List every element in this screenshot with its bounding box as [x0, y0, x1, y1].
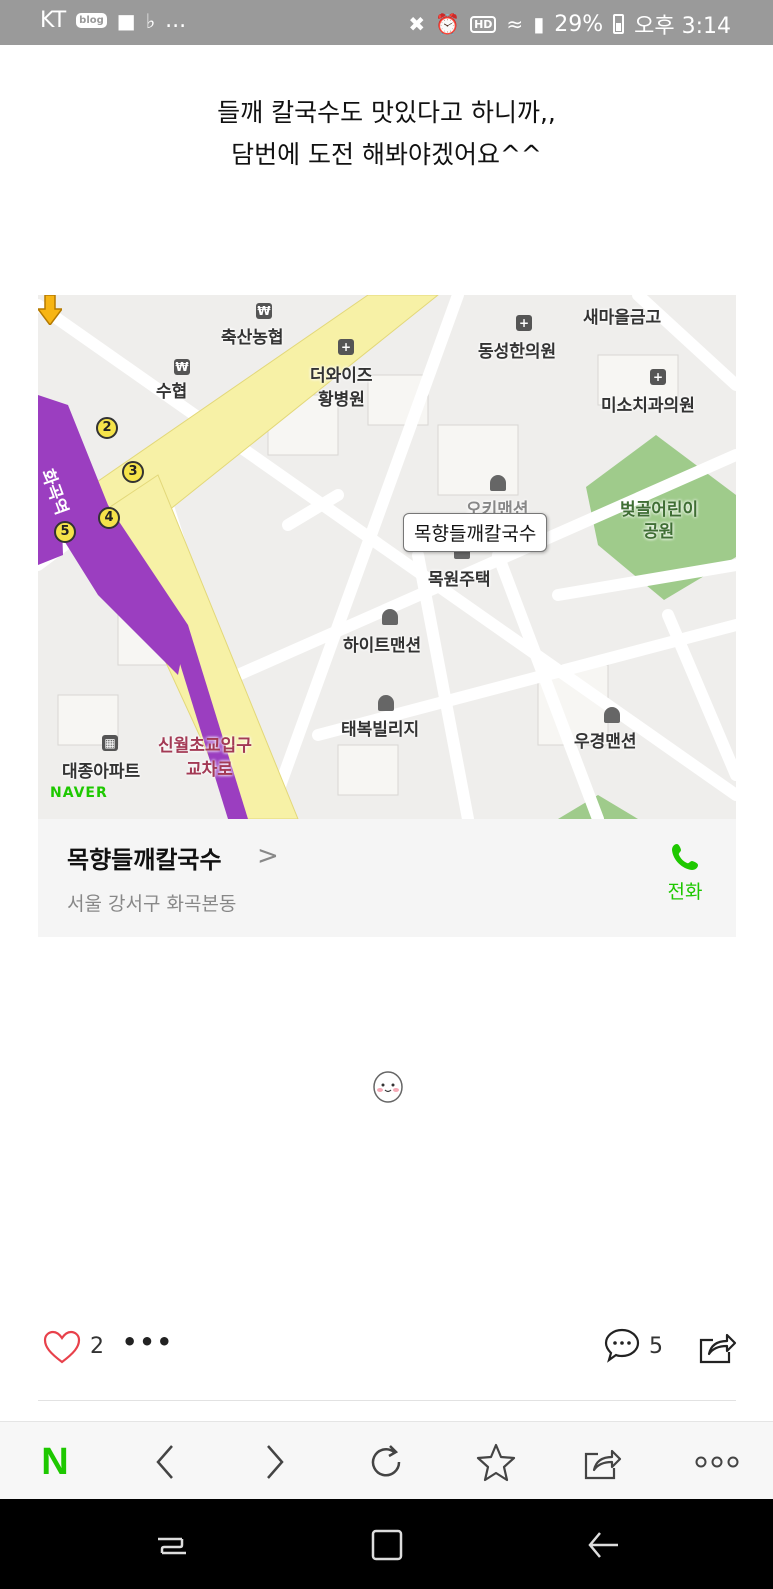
map-label-dongseong: 동성한의원: [478, 342, 557, 362]
bank-icon: ₩: [174, 359, 190, 375]
bell-notification-icon: ♭: [145, 8, 156, 33]
like-count: 2: [90, 1334, 104, 1359]
house-icon: [382, 609, 398, 625]
carrier-label: KT: [40, 8, 67, 33]
mute-icon: ✖: [408, 12, 426, 36]
map-label-intersection-sub: 교차로: [186, 760, 233, 780]
map-label-suhyup: 수협: [156, 382, 188, 402]
comment-icon[interactable]: [603, 1326, 641, 1364]
battery-percent: 29%: [554, 11, 604, 37]
more-notifications: ...: [165, 8, 187, 33]
post-body-text: 들깨 칼국수도 맛있다고 하니까,, 담번에 도전 해봐야겠어요^^: [0, 92, 773, 176]
emoticon-sticker: [373, 1071, 403, 1103]
menu-button[interactable]: [694, 1440, 740, 1484]
subway-exit-badge: 5: [54, 521, 76, 543]
share-page-button[interactable]: [580, 1440, 624, 1484]
subway-exit-badge: 3: [122, 461, 144, 483]
battery-icon: [613, 14, 625, 34]
map-label-park-sub: 공원: [643, 522, 675, 542]
place-address: 서울 강서구 화곡본동: [67, 893, 237, 915]
phone-icon: [672, 844, 698, 870]
browser-toolbar: N: [0, 1421, 773, 1499]
recent-apps-icon[interactable]: [152, 1525, 192, 1565]
blog-notification-icon: blog: [76, 13, 107, 28]
more-options-button[interactable]: •••: [122, 1328, 174, 1356]
heart-icon[interactable]: [42, 1328, 82, 1366]
chevron-left-icon: [156, 1445, 173, 1479]
status-bar: KT blog ■ ♭ ... ✖ ⏰ HD ≈ ▮ 29% 오후 3:14: [0, 0, 773, 45]
place-map[interactable]: ₩ 축산농협 ₩ 수협 + 더와이즈 황병원 + 동성한의원 새마을금고 + 미…: [38, 295, 736, 819]
call-label: 전화: [667, 881, 703, 903]
share-icon[interactable]: [697, 1328, 737, 1366]
chevron-right-icon: >: [257, 841, 279, 871]
back-icon[interactable]: [584, 1525, 624, 1565]
home-icon[interactable]: [367, 1525, 407, 1565]
map-label-height: 하이트맨션: [343, 636, 422, 656]
subway-exit-badge: 4: [98, 507, 120, 529]
more-icon: [695, 1456, 739, 1468]
map-label-intersection: 신월초교입구: [158, 736, 252, 756]
bookmark-button[interactable]: [474, 1440, 518, 1484]
post-action-bar: 2 ••• 5: [0, 1320, 773, 1380]
refresh-icon: [371, 1445, 401, 1477]
clinic-icon: +: [516, 315, 532, 331]
wifi-icon: ≈: [506, 12, 524, 36]
map-label-taebok: 태복빌리지: [341, 720, 420, 740]
map-label-chuksan: 축산농협: [221, 328, 284, 348]
map-label-hospital: 황병원: [318, 390, 365, 410]
map-label-thewise: 더와이즈: [310, 366, 373, 386]
star-icon: [476, 1443, 516, 1482]
post-line: 담번에 도전 해봐야겠어요^^: [231, 140, 542, 169]
comment-count: 5: [649, 1334, 663, 1359]
map-label-mokwon: 목원주택: [428, 570, 491, 590]
forward-button[interactable]: [253, 1440, 297, 1484]
message-notification-icon: ■: [116, 8, 136, 33]
share-icon: [584, 1449, 622, 1480]
house-icon: [378, 695, 394, 711]
naver-n-icon: N: [41, 1440, 69, 1483]
naver-home-button[interactable]: N: [33, 1440, 77, 1484]
bank-icon: ₩: [256, 303, 272, 319]
android-nav-bar: [0, 1499, 773, 1589]
clock: 오후 3:14: [634, 14, 731, 39]
map-label-saemaeul: 새마을금고: [583, 308, 662, 328]
map-label-ugyeong: 우경맨션: [574, 732, 637, 752]
divider: [38, 1400, 736, 1401]
house-icon: [604, 707, 620, 723]
signal-icon: ▮: [533, 12, 545, 36]
map-label-daejong: 대종아파트: [62, 762, 141, 782]
back-button[interactable]: [143, 1440, 187, 1484]
apartment-icon: ▦: [102, 735, 118, 751]
map-label-miso: 미소치과의원: [601, 396, 695, 416]
chevron-right-icon: [267, 1445, 284, 1479]
hospital-icon: +: [338, 339, 354, 355]
naver-map-logo: NAVER: [50, 785, 108, 801]
hd-voice-icon: HD: [470, 15, 497, 33]
post-line: 들깨 칼국수도 맛있다고 하니까,,: [217, 98, 556, 127]
location-pin-icon: [38, 295, 62, 325]
place-name[interactable]: 목향들깨칼국수: [67, 840, 222, 875]
subway-exit-badge: 2: [96, 417, 118, 439]
refresh-button[interactable]: [364, 1440, 408, 1484]
place-info-card[interactable]: 목향들깨칼국수 > 서울 강서구 화곡본동 전화: [38, 819, 736, 937]
map-place-callout[interactable]: 목향들깨칼국수: [403, 513, 548, 552]
alarm-icon: ⏰: [435, 12, 461, 36]
call-button[interactable]: 전화: [660, 841, 710, 904]
house-icon: [490, 475, 506, 491]
dental-icon: +: [650, 369, 666, 385]
